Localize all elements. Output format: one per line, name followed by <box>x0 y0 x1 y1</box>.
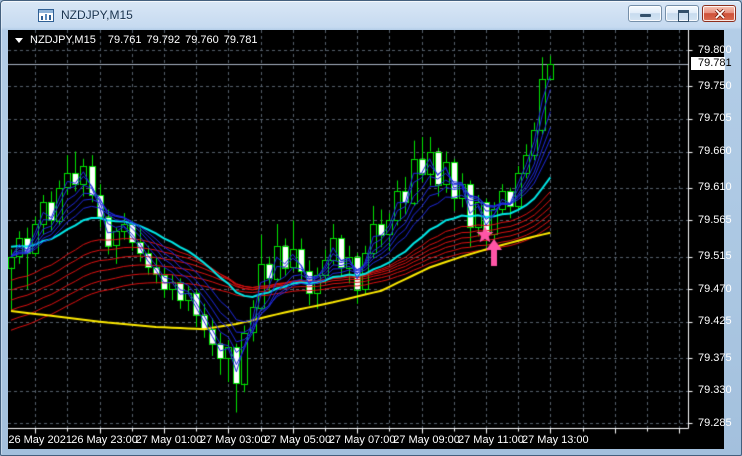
price-tick-label: 79.660 <box>698 145 732 157</box>
time-axis[interactable]: 26 May 2021 26 May 23:00 27 May 01:00 27 Ma… <box>8 428 724 449</box>
close-button[interactable] <box>702 5 736 22</box>
price-axis[interactable]: 79.781 79.800 79.750 79.705 79.660 79.610 79.… <box>689 30 732 429</box>
price-tick-label: 79.750 <box>698 79 732 92</box>
price-tick-label: 79.330 <box>698 384 732 397</box>
ohlc-header: NZDJPY,M15 79.761 79.792 79.760 79.781 <box>15 34 262 46</box>
window-controls <box>628 5 736 22</box>
restore-icon <box>678 10 689 22</box>
ohlc-symbol: NZDJPY,M15 <box>30 34 96 46</box>
time-tick-label: 27 May 01:00 <box>135 434 203 446</box>
chart-window-icon <box>38 8 54 22</box>
chart-client-area: NZDJPY,M15 79.761 79.792 79.760 79.781 7… <box>8 30 732 449</box>
title-bar[interactable]: NZDJPY,M15 <box>1 1 741 29</box>
minimize-icon <box>640 14 651 17</box>
time-tick-label: 26 May 2021 <box>8 434 72 446</box>
time-tick-label: 27 May 13:00 <box>522 434 589 446</box>
ohlc-low: 79.760 <box>185 34 219 46</box>
price-tick-label: 79.705 <box>698 112 732 125</box>
ohlc-open: 79.761 <box>107 34 142 46</box>
price-tick-label: 79.425 <box>698 315 732 328</box>
price-tick-label: 79.375 <box>698 351 732 364</box>
close-icon <box>714 9 726 19</box>
chart-window: NZDJPY,M15 NZDJPY,M15 79.761 79.792 79.7… <box>0 0 742 456</box>
time-tick-label: 27 May 03:00 <box>200 434 267 446</box>
ohlc-close: 79.781 <box>223 34 258 46</box>
time-tick-label: 26 May 23:00 <box>71 434 138 446</box>
window-title: NZDJPY,M15 <box>61 8 133 22</box>
price-tick-label: 79.610 <box>698 181 732 194</box>
current-price-label: 79.781 <box>691 57 732 71</box>
price-tick-label: 79.470 <box>698 282 732 295</box>
triangle-down-icon[interactable] <box>15 38 23 43</box>
price-tick-label: 79.565 <box>698 213 732 226</box>
time-tick-label: 27 May 09:00 <box>393 434 460 446</box>
price-tick-label: 79.800 <box>698 43 732 56</box>
restore-button[interactable] <box>665 5 699 22</box>
time-tick-label: 27 May 05:00 <box>264 434 332 446</box>
price-tick-label: 79.515 <box>698 250 732 263</box>
time-tick-label: 27 May 11:00 <box>458 434 524 446</box>
minimize-button[interactable] <box>628 5 662 22</box>
time-tick-label: 27 May 07:00 <box>328 434 396 446</box>
ohlc-high: 79.792 <box>146 34 181 46</box>
price-chart-canvas[interactable] <box>8 30 724 449</box>
